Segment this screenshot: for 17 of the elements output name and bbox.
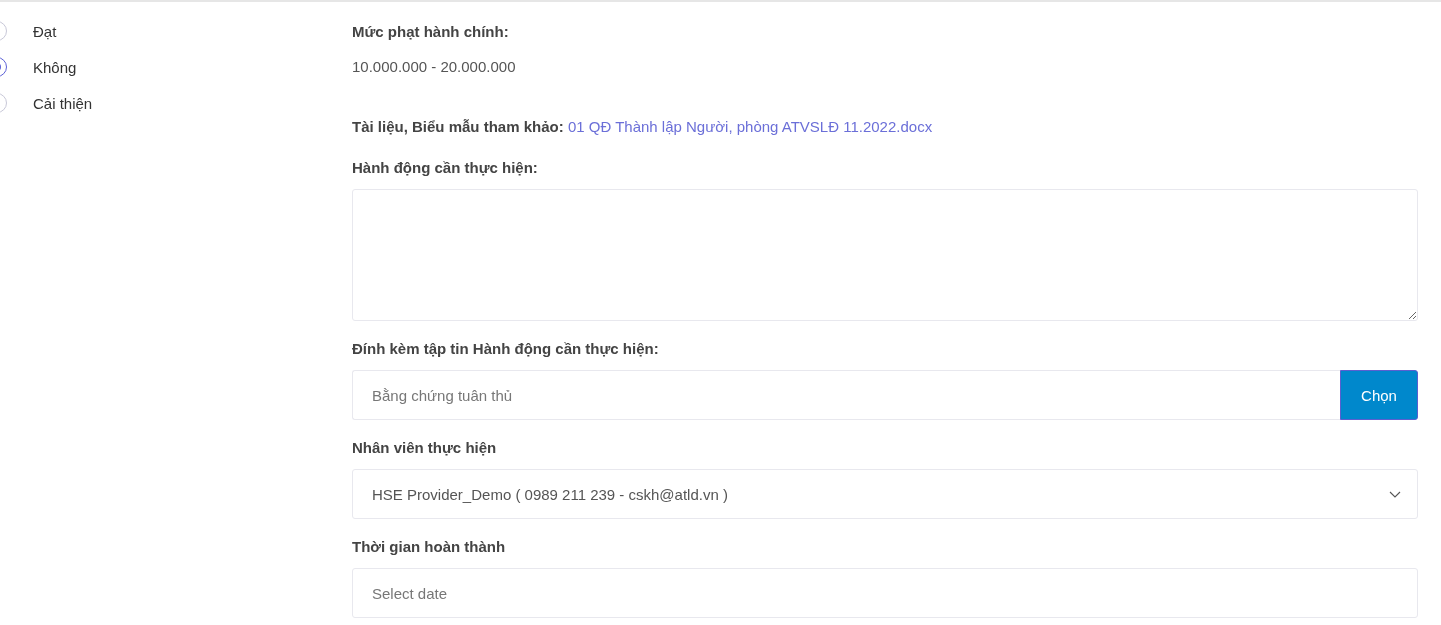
choose-button[interactable]: Chọn [1340, 370, 1418, 420]
field-label: Thời gian hoàn thành [352, 537, 507, 557]
field-label: Hành động cần thực hiện: [352, 158, 539, 178]
file-input[interactable]: Bằng chứng tuân thủ [352, 370, 1340, 420]
option-label[interactable]: Đạt [33, 22, 57, 40]
staff-select[interactable]: HSE Provider_Demo ( 0989 211 239 - cskh@atld.vn ) [352, 469, 1418, 519]
option-label[interactable]: Không [33, 58, 77, 76]
chevron-down-icon [1389, 490, 1401, 498]
text-area[interactable] [352, 189, 1418, 321]
option-label[interactable]: Cải thiện [33, 94, 93, 112]
date-input[interactable]: Select date [352, 568, 1418, 618]
field-label: Mức phạt hành chính: [352, 22, 510, 42]
field-label: Tài liệu, Biểu mẫu tham khảo: [352, 118, 564, 135]
field-label: Nhân viên thực hiện [352, 438, 498, 458]
penalty-value: 10.000.000 - 20.000.000 [352, 57, 517, 77]
field-label: Đính kèm tập tin Hành động cần thực hiện: [352, 339, 660, 359]
document-link[interactable]: 01 QĐ Thành lập Người, phòng ATVSLĐ 11.2022.docx [567, 118, 933, 135]
